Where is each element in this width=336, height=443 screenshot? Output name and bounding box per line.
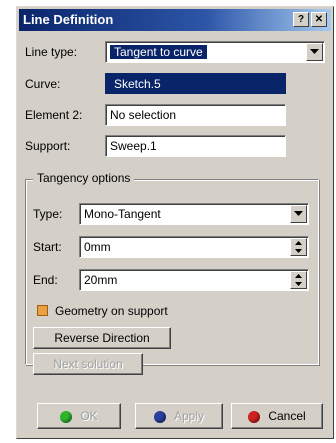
line-type-value: Tangent to curve (110, 45, 207, 59)
support-value: Sweep.1 (110, 139, 157, 153)
element2-value: No selection (110, 108, 177, 122)
start-value: 0mm (84, 240, 111, 254)
window-title: Line Definition (23, 12, 114, 27)
tangency-options-legend: Tangency options (33, 171, 135, 185)
line-type-select[interactable]: Tangent to curve (105, 41, 325, 63)
reverse-direction-button[interactable]: Reverse Direction (33, 327, 171, 349)
curve-value: Sketch.5 (114, 77, 161, 91)
curve-field[interactable]: Sketch.5 (105, 73, 286, 94)
type-dropdown-button[interactable] (290, 205, 307, 223)
element2-field[interactable]: No selection (105, 104, 286, 126)
type-label: Type: (33, 207, 63, 221)
apply-icon (153, 410, 166, 423)
support-field[interactable]: Sweep.1 (105, 135, 286, 157)
start-spinner[interactable] (290, 238, 307, 256)
spinner-arrows-icon (295, 274, 302, 286)
title-bar[interactable]: Line Definition ? ✕ (19, 9, 331, 31)
cancel-label: Cancel (268, 409, 306, 423)
type-select[interactable]: Mono-Tangent (79, 203, 309, 225)
type-value: Mono-Tangent (84, 207, 161, 221)
geometry-on-support-checkbox[interactable] (37, 305, 48, 316)
ok-icon (60, 410, 73, 423)
help-icon: ? (297, 14, 305, 25)
apply-label: Apply (173, 409, 205, 423)
ok-button[interactable]: OK (37, 403, 121, 429)
end-label: End: (33, 273, 58, 287)
cancel-icon (248, 410, 261, 423)
curve-label: Curve: (25, 77, 61, 91)
ok-label: OK (80, 409, 98, 423)
spinner-arrows-icon (295, 241, 302, 253)
reverse-direction-label: Reverse Direction (54, 331, 150, 345)
line-type-dropdown-button[interactable] (306, 43, 323, 61)
end-input[interactable]: 20mm (79, 269, 309, 291)
apply-button[interactable]: Apply (135, 403, 223, 429)
next-solution-button[interactable]: Next solution (33, 353, 143, 375)
cancel-button[interactable]: Cancel (231, 403, 323, 429)
start-input[interactable]: 0mm (79, 236, 309, 258)
element2-label: Element 2: (25, 108, 83, 122)
chevron-down-icon (294, 211, 303, 216)
close-icon: ✕ (314, 14, 324, 25)
support-label: Support: (25, 139, 71, 153)
start-label: Start: (33, 240, 62, 254)
line-definition-dialog: Line Definition ? ✕ Line type: Tangent t… (16, 6, 334, 439)
line-type-label: Line type: (25, 45, 78, 59)
end-value: 20mm (84, 273, 118, 287)
close-button[interactable]: ✕ (311, 12, 327, 27)
next-solution-label: Next solution (53, 357, 123, 371)
end-spinner[interactable] (290, 271, 307, 289)
geometry-on-support-label: Geometry on support (55, 304, 168, 318)
chevron-down-icon (310, 49, 319, 54)
help-button[interactable]: ? (293, 12, 309, 27)
